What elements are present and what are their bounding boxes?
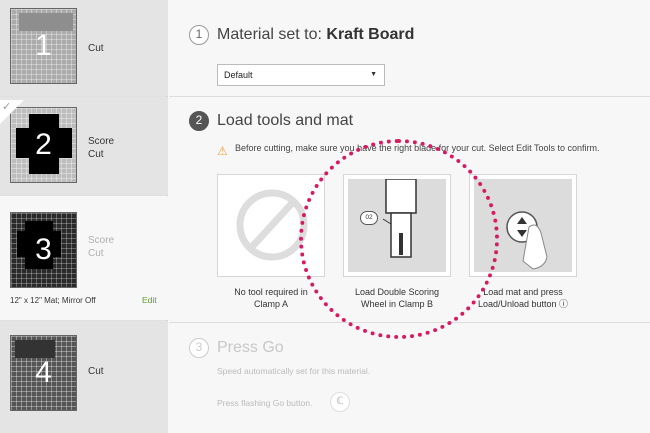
divider: [169, 96, 650, 97]
highlight-ring: [299, 139, 499, 339]
mat-thumbnail-4: 4: [10, 335, 77, 411]
step-2-title: Load tools and mat: [217, 112, 354, 129]
mat-number: 2: [35, 128, 52, 161]
mat-size-info: 12" x 12" Mat; Mirror Off: [10, 296, 96, 305]
step-1-number: 1: [189, 25, 209, 45]
mat-row-2[interactable]: 2 Score Cut: [0, 97, 168, 195]
step-3-number: 3: [189, 338, 209, 358]
step-1-title: Material set to: Kraft Board: [217, 26, 415, 43]
mat-number: 4: [35, 356, 52, 389]
edit-mat-link[interactable]: Edit: [142, 295, 157, 305]
mat-label: Cut: [88, 43, 104, 54]
go-button[interactable]: ℂ: [330, 392, 350, 412]
checkmark-icon: ✓: [2, 101, 12, 113]
mat-row-1[interactable]: 1 Cut: [0, 0, 168, 96]
mat-row-4[interactable]: 4 Cut: [0, 321, 168, 433]
mat-thumbnail-1: 1: [10, 8, 77, 84]
mat-thumbnail-3: 3: [10, 212, 77, 288]
go-note: Press flashing Go button.: [217, 398, 313, 408]
mat-label: Score Cut: [88, 235, 115, 259]
mat-label: Cut: [88, 366, 104, 377]
mat-row-3[interactable]: 3 Score Cut 12" x 12" Mat; Mirror Off Ed…: [0, 196, 168, 320]
speed-note: Speed automatically set for this materia…: [217, 366, 371, 376]
main-panel: 1 Material set to: Kraft Board Default ▼…: [169, 0, 650, 433]
step-2-number: 2: [189, 111, 209, 131]
mat-sidebar: 1 Cut 2 Score Cut ✓ 3 Score Cut 12" x 12…: [0, 0, 168, 433]
step-3-title: Press Go: [217, 339, 284, 356]
mat-number: 3: [35, 233, 52, 266]
warning-icon: ⚠: [217, 144, 228, 158]
chevron-down-icon: ▼: [370, 71, 377, 78]
mat-label: Score Cut: [88, 136, 115, 160]
material-variant-select[interactable]: Default ▼: [217, 64, 385, 86]
mat-number: 1: [35, 29, 52, 62]
